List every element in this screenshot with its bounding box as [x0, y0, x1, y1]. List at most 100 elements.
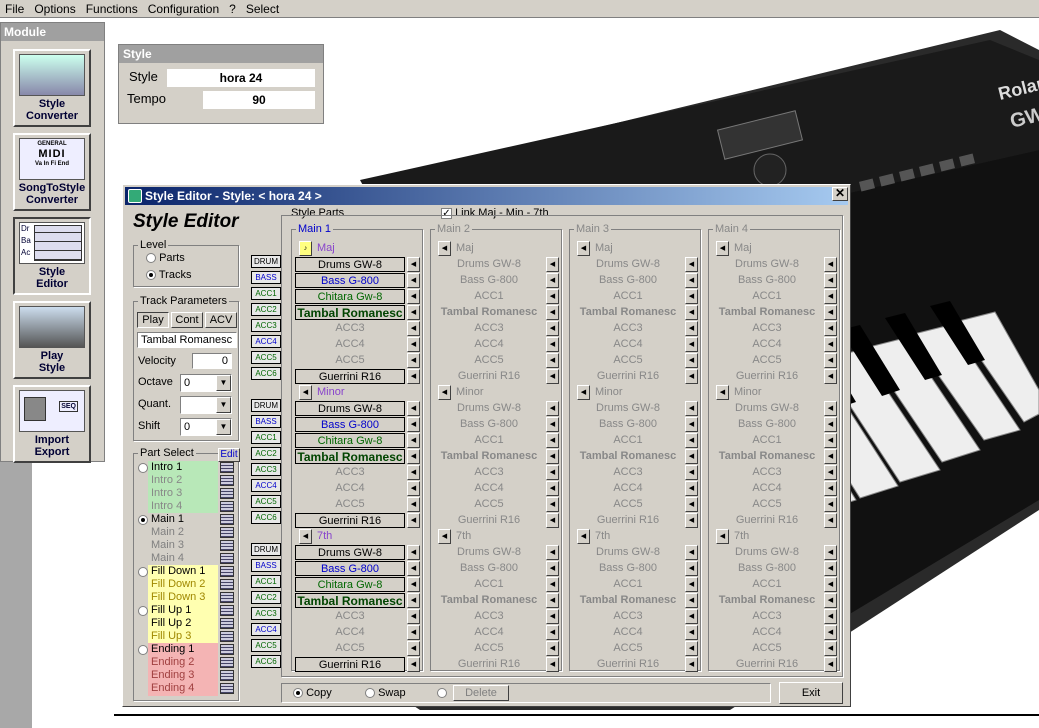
track-assign-button[interactable]: ◀ — [546, 401, 559, 416]
style-editor-button[interactable]: Dr Ba Ac Style Editor — [13, 217, 91, 295]
track-slot[interactable]: Drums GW-8 — [573, 257, 683, 272]
menu-help[interactable]: ? — [224, 2, 241, 16]
velocity-field[interactable]: 0 — [192, 353, 232, 369]
part-item[interactable]: Intro 3 — [150, 487, 220, 500]
track-assign-button[interactable]: ◀ — [407, 465, 420, 480]
track-assign-button[interactable]: ◀ — [546, 289, 559, 304]
track-slot[interactable]: ACC3 — [573, 609, 683, 624]
track-assign-button[interactable]: ◀ — [685, 449, 698, 464]
track-assign-button[interactable]: ◀ — [685, 433, 698, 448]
track-assign-button[interactable]: ◀ — [685, 625, 698, 640]
menu-file[interactable]: File — [0, 2, 29, 16]
part-item[interactable]: Fill Up 2 — [150, 617, 220, 630]
track-assign-button[interactable]: ◀ — [824, 513, 837, 528]
track-slot[interactable]: ACC5 — [573, 641, 683, 656]
track-slot[interactable]: ACC5 — [434, 353, 544, 368]
part-radio-fillup[interactable] — [138, 605, 148, 617]
part-item[interactable]: Fill Up 3 — [150, 630, 220, 643]
part-item[interactable]: Main 1 — [150, 513, 220, 526]
edit-button[interactable]: Edit — [218, 448, 240, 462]
track-slot[interactable]: ACC4 — [434, 625, 544, 640]
part-item[interactable]: Fill Down 3 — [150, 591, 220, 604]
part-grid-icon[interactable] — [220, 683, 234, 694]
section-toggle-button[interactable]: ◀ — [577, 529, 590, 544]
part-item[interactable]: Ending 1 — [150, 643, 220, 656]
tab-play[interactable]: Play — [137, 312, 169, 328]
part-item[interactable]: Fill Down 1 — [150, 565, 220, 578]
style-name-field[interactable]: hora 24 — [167, 69, 315, 87]
section-toggle-button[interactable]: ◀ — [438, 241, 451, 256]
track-assign-button[interactable]: ◀ — [546, 657, 559, 672]
section-toggle-button[interactable]: ◀ — [438, 385, 451, 400]
part-item[interactable]: Main 3 — [150, 539, 220, 552]
track-assign-button[interactable]: ◀ — [546, 337, 559, 352]
swap-radio[interactable]: Swap — [365, 687, 406, 699]
track-slot[interactable]: ACC3 — [573, 321, 683, 336]
track-assign-button[interactable]: ◀ — [685, 321, 698, 336]
song-to-style-converter-button[interactable]: GENERAL MIDI Va In Fi End SongToStyle Con… — [13, 133, 91, 211]
track-assign-button[interactable]: ◀ — [546, 353, 559, 368]
track-slot[interactable]: ACC1 — [573, 577, 683, 592]
track-assign-button[interactable]: ◀ — [546, 593, 559, 608]
track-slot[interactable]: Chitara Gw-8 — [295, 433, 405, 448]
track-assign-button[interactable]: ◀ — [546, 641, 559, 656]
track-slot[interactable]: Tambal Romanesc — [434, 449, 544, 464]
track-assign-button[interactable]: ◀ — [685, 593, 698, 608]
track-slot[interactable]: ACC5 — [295, 353, 405, 368]
track-assign-button[interactable]: ◀ — [407, 305, 420, 320]
track-assign-button[interactable]: ◀ — [407, 481, 420, 496]
track-assign-button[interactable]: ◀ — [685, 609, 698, 624]
exit-button[interactable]: Exit — [779, 682, 843, 704]
track-assign-button[interactable]: ◀ — [824, 481, 837, 496]
tab-cont[interactable]: Cont — [171, 312, 203, 328]
track-slot[interactable]: Guerrini R16 — [295, 657, 405, 672]
track-assign-button[interactable]: ◀ — [824, 625, 837, 640]
track-slot[interactable]: ACC3 — [295, 609, 405, 624]
track-slot[interactable]: ACC3 — [712, 465, 822, 480]
part-item[interactable]: Intro 1 — [150, 461, 220, 474]
track-slot[interactable]: Bass G-800 — [573, 417, 683, 432]
part-radio-ending[interactable] — [138, 644, 148, 656]
track-assign-button[interactable]: ◀ — [546, 273, 559, 288]
track-slot[interactable]: ACC4 — [295, 625, 405, 640]
track-assign-button[interactable]: ◀ — [824, 353, 837, 368]
part-grid-icon[interactable] — [220, 540, 234, 551]
track-assign-button[interactable]: ◀ — [685, 513, 698, 528]
track-assign-button[interactable]: ◀ — [685, 465, 698, 480]
track-slot[interactable]: Tambal Romanesc — [712, 449, 822, 464]
menu-options[interactable]: Options — [29, 2, 80, 16]
track-slot[interactable]: Bass G-800 — [295, 417, 405, 432]
track-assign-button[interactable]: ◀ — [824, 609, 837, 624]
track-assign-button[interactable]: ◀ — [824, 289, 837, 304]
track-assign-button[interactable]: ◀ — [407, 289, 420, 304]
track-assign-button[interactable]: ◀ — [685, 289, 698, 304]
track-assign-button[interactable]: ◀ — [824, 369, 837, 384]
track-assign-button[interactable]: ◀ — [824, 305, 837, 320]
track-slot[interactable]: Drums GW-8 — [434, 257, 544, 272]
track-assign-button[interactable]: ◀ — [407, 561, 420, 576]
track-slot[interactable]: ACC4 — [573, 481, 683, 496]
part-grid-icon[interactable] — [220, 488, 234, 499]
track-slot[interactable]: Drums GW-8 — [712, 257, 822, 272]
section-toggle-button[interactable]: ◀ — [716, 385, 729, 400]
track-slot[interactable]: ACC5 — [434, 497, 544, 512]
track-assign-button[interactable]: ◀ — [546, 417, 559, 432]
part-radio-intro[interactable] — [138, 462, 148, 474]
track-assign-button[interactable]: ◀ — [407, 449, 420, 464]
part-grid-icon[interactable] — [220, 631, 234, 642]
part-item[interactable]: Fill Up 1 — [150, 604, 220, 617]
track-assign-button[interactable]: ◀ — [824, 433, 837, 448]
track-assign-button[interactable]: ◀ — [824, 561, 837, 576]
track-assign-button[interactable]: ◀ — [407, 369, 420, 384]
track-assign-button[interactable]: ◀ — [685, 257, 698, 272]
track-slot[interactable]: ACC5 — [573, 497, 683, 512]
track-assign-button[interactable]: ◀ — [546, 321, 559, 336]
part-item[interactable]: Main 4 — [150, 552, 220, 565]
part-radio-filldown[interactable] — [138, 566, 148, 578]
track-slot[interactable]: Guerrini R16 — [712, 513, 822, 528]
tempo-field[interactable]: 90 — [203, 91, 315, 109]
part-item[interactable]: Ending 2 — [150, 656, 220, 669]
delete-button[interactable]: Delete — [453, 685, 509, 701]
track-slot[interactable]: ACC1 — [434, 577, 544, 592]
track-slot[interactable]: Bass G-800 — [434, 273, 544, 288]
